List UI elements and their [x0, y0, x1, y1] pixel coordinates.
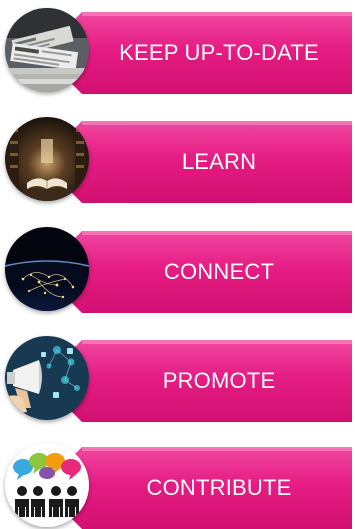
megaphone-icon [5, 336, 89, 420]
list-item-keep-up-to-date[interactable]: KEEP UP-TO-DATE [0, 8, 355, 94]
library-book-icon [5, 117, 89, 201]
list-item-contribute[interactable]: CONTRIBUTE [0, 443, 355, 529]
list-item-learn[interactable]: LEARN [0, 117, 355, 203]
list-item-connect[interactable]: CONNECT [0, 227, 355, 313]
item-label: LEARN [181, 149, 257, 174]
item-label: KEEP UP-TO-DATE [119, 40, 319, 65]
list-item-promote[interactable]: PROMOTE [0, 336, 355, 422]
people-speech-bubbles-icon [5, 443, 89, 527]
item-label: PROMOTE [162, 368, 276, 393]
item-label: CONNECT [163, 259, 275, 284]
item-label: CONTRIBUTE [146, 475, 292, 500]
newspaper-stack-icon [5, 8, 89, 92]
globe-network-icon [5, 227, 89, 311]
